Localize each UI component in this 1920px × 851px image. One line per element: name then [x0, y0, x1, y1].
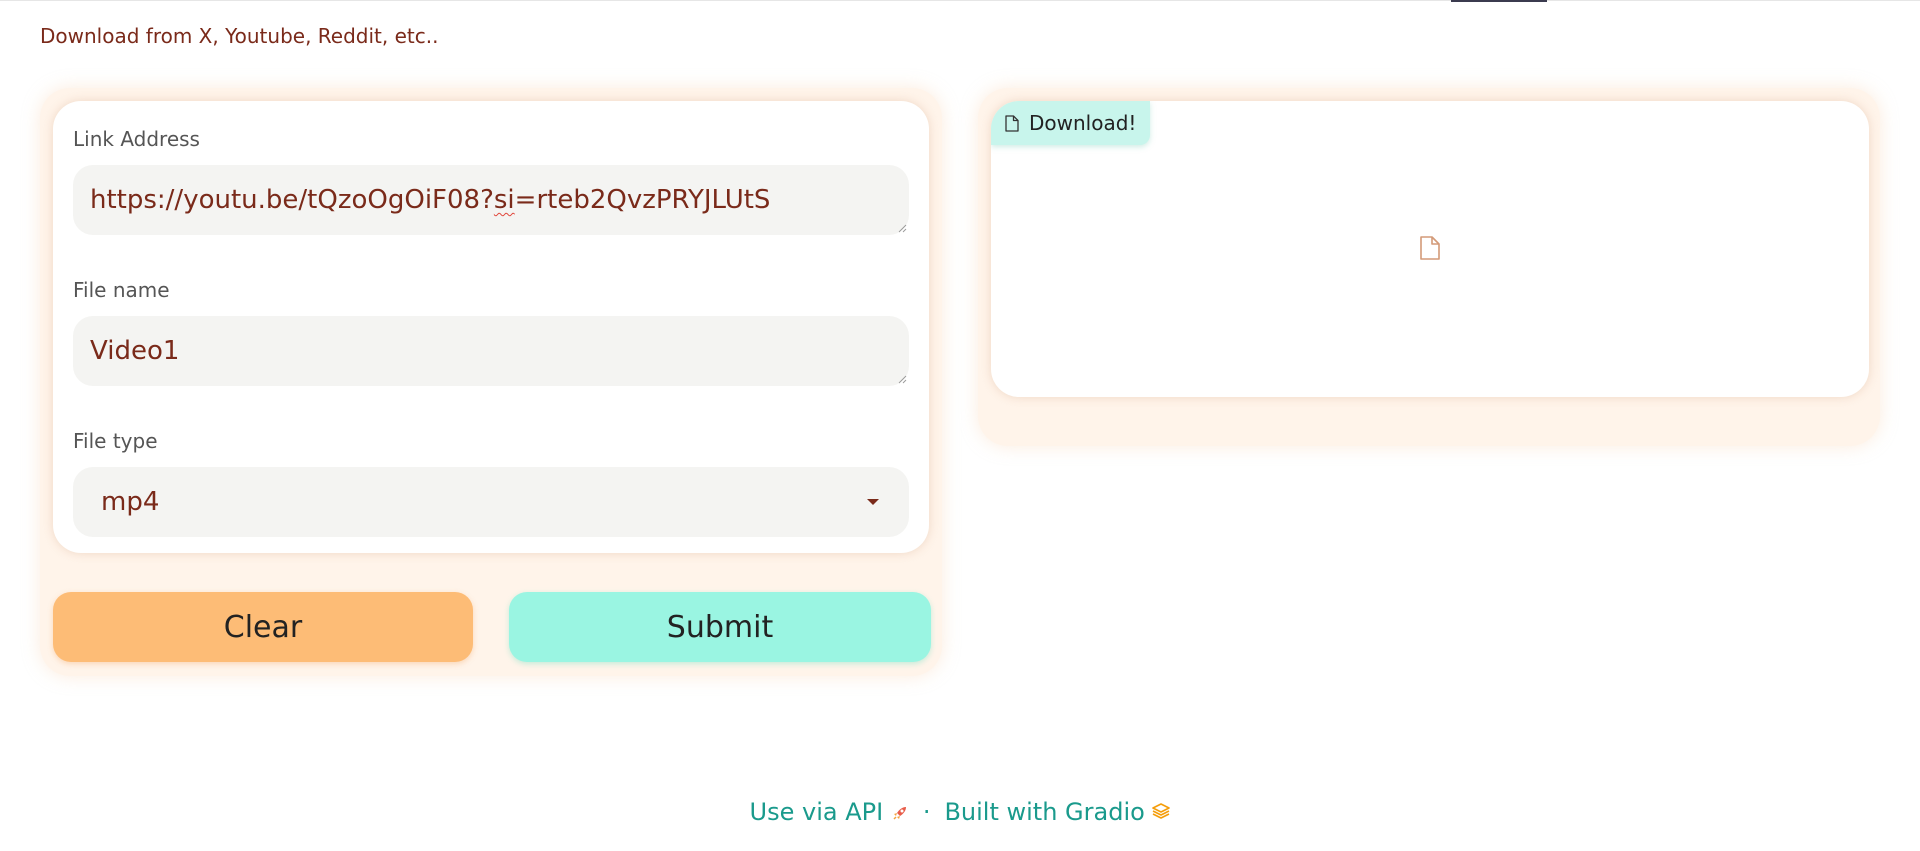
input-form: Link Address https://youtu.be/tQzoOgOiF0…	[53, 101, 929, 553]
output-label: Download!	[991, 101, 1151, 145]
file-name-label: File name	[73, 278, 170, 302]
file-name-input[interactable]: Video1	[73, 316, 909, 386]
resize-handle-icon[interactable]	[897, 374, 907, 384]
link-address-value-start: https://youtu.be/tQzoOgOiF08?	[90, 185, 494, 215]
footer-separator: ·	[922, 798, 931, 826]
file-icon	[1005, 114, 1019, 132]
link-address-value-misspelled: si	[493, 185, 515, 215]
use-via-api-text: Use via API	[749, 798, 884, 826]
output-label-text: Download!	[1029, 111, 1137, 135]
use-via-api-link[interactable]: Use via API	[750, 798, 909, 826]
rocket-icon	[893, 807, 906, 820]
input-panel: Link Address https://youtu.be/tQzoOgOiF0…	[40, 88, 942, 676]
top-border	[0, 0, 1920, 1]
app-description: Download from X, Youtube, Reddit, etc..	[40, 24, 439, 48]
file-type-label: File type	[73, 429, 158, 453]
file-type-dropdown[interactable]: mp4	[73, 467, 909, 537]
link-address-label: Link Address	[73, 127, 200, 151]
submit-button[interactable]: Submit	[509, 592, 931, 662]
link-address-value-end: =rteb2QvzPRYJLUtS	[514, 185, 771, 215]
chevron-down-icon	[867, 499, 879, 505]
file-placeholder-icon	[1420, 236, 1440, 260]
footer: Use via API · Built with Gradio	[0, 798, 1920, 826]
file-name-value: Video1	[90, 336, 180, 366]
built-with-gradio-text: Built with Gradio	[944, 798, 1145, 826]
active-tab-indicator	[1451, 0, 1547, 2]
resize-handle-icon[interactable]	[897, 223, 907, 233]
download-file-output[interactable]: Download!	[991, 101, 1869, 397]
file-type-selected: mp4	[101, 487, 160, 517]
built-with-gradio-link[interactable]: Built with Gradio	[944, 798, 1171, 826]
output-panel: Download!	[978, 88, 1880, 446]
clear-button[interactable]: Clear	[53, 592, 473, 662]
link-address-input[interactable]: https://youtu.be/tQzoOgOiF08? si =rteb2Qvz…	[73, 165, 909, 235]
gradio-logo-icon	[1152, 803, 1171, 819]
